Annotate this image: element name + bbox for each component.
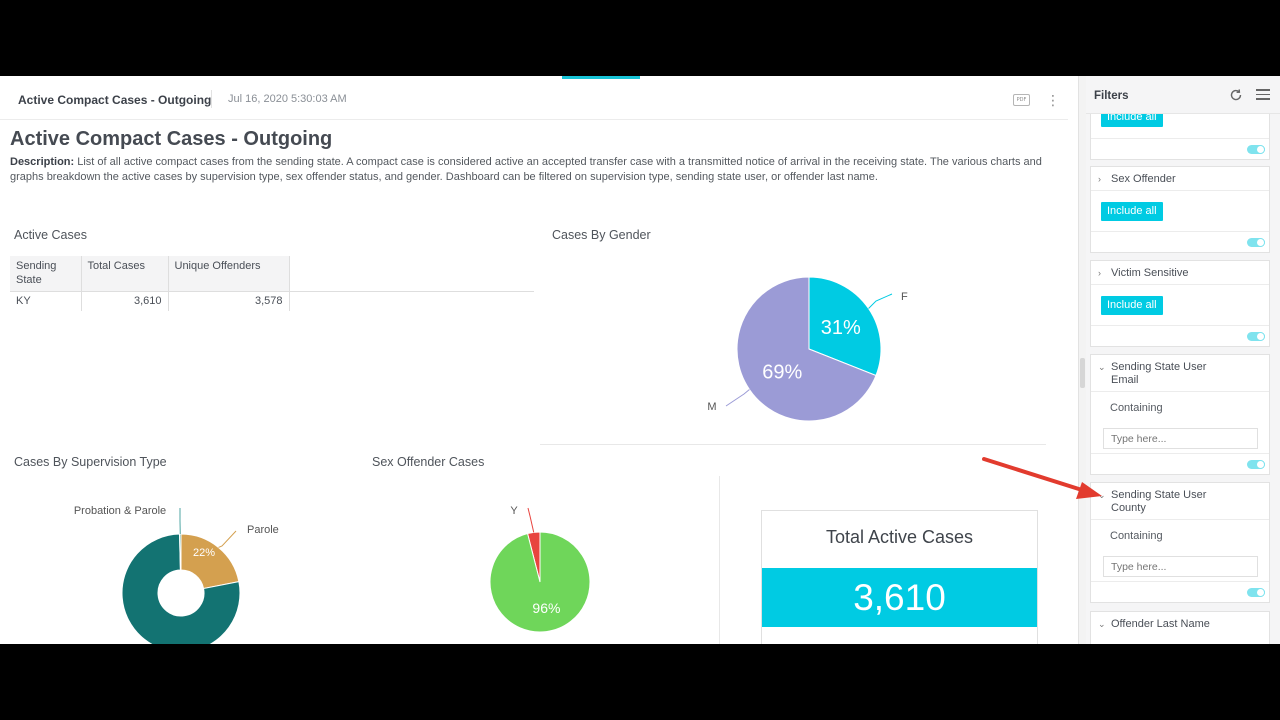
email-filter-input[interactable] <box>1103 428 1258 449</box>
pie-category-label: Parole <box>247 524 279 536</box>
filter-toggle[interactable] <box>1247 460 1265 469</box>
filter-card-footer <box>1091 582 1269 602</box>
letterbox-bottom <box>0 644 1280 720</box>
filter-toggle[interactable] <box>1247 332 1265 341</box>
filter-card-title: Victim Sensitive <box>1111 267 1189 279</box>
kpi-value: 3,610 <box>762 568 1037 627</box>
reset-icon[interactable] <box>1228 87 1244 103</box>
chevron-right-icon[interactable]: › <box>1098 173 1101 186</box>
filter-card-offender-last-name: ⌄ Offender Last Name <box>1090 611 1270 644</box>
table-header-filler <box>289 256 534 292</box>
kpi-title: Total Active Cases <box>825 527 974 547</box>
filter-card-sending-state-user-county: ⌄ Sending State User County Containing <box>1090 482 1270 603</box>
pie-category-label: M <box>707 401 716 413</box>
pie-category-label: Y <box>510 505 518 517</box>
page-description: Description: List of all active compact … <box>10 155 1060 185</box>
filter-card-victim-sensitive: › Victim Sensitive Include all <box>1090 260 1270 347</box>
filter-card-title: Offender Last Name <box>1111 618 1210 630</box>
filters-title: Filters <box>1094 90 1129 102</box>
filter-card-footer <box>1091 454 1269 474</box>
filter-card-title: Sending State User Email <box>1111 361 1207 386</box>
include-all-button[interactable]: Include all <box>1101 296 1163 315</box>
description-label: Description: <box>10 156 75 168</box>
header-timestamp: Jul 16, 2020 5:30:03 AM <box>228 93 347 105</box>
filters-panel: Include all › Sex Offender Include all ›… <box>1086 76 1280 644</box>
cell-total-cases: 3,610 <box>81 291 169 311</box>
section-divider <box>540 444 1046 445</box>
cell-unique-offenders: 3,578 <box>168 291 290 311</box>
active-cases-label: Active Cases <box>14 228 87 242</box>
pie-leader-line <box>218 530 237 548</box>
filters-header: Filters <box>1086 76 1280 114</box>
filter-toggle[interactable] <box>1247 145 1265 154</box>
chevron-right-icon[interactable]: › <box>1098 267 1101 280</box>
section-divider-vertical <box>719 476 720 644</box>
column-header-sending-state[interactable]: Sending State <box>10 256 82 292</box>
filter-card-footer <box>1091 139 1269 159</box>
column-header-total-cases[interactable]: Total Cases <box>81 256 169 292</box>
pie-percent-label: 96% <box>532 600 560 616</box>
filter-card-header[interactable]: ⌄ Offender Last Name <box>1091 612 1269 636</box>
filter-card-footer <box>1091 326 1269 346</box>
filter-card-body: Containing <box>1091 520 1269 582</box>
menu-icon[interactable] <box>1256 89 1270 101</box>
more-options-icon[interactable]: ⋮ <box>1046 92 1060 108</box>
filter-toggle[interactable] <box>1247 238 1265 247</box>
sex-offender-pie-chart: 96% Y <box>489 505 591 633</box>
annotation-arrow-icon <box>982 457 1102 499</box>
filter-card-header[interactable]: ⌄ Sending State User Email <box>1091 355 1269 392</box>
pie-percent-label: 22% <box>193 547 215 559</box>
pie-leader-line <box>527 507 535 533</box>
pie-leader-line <box>868 293 893 309</box>
containing-label: Containing <box>1110 402 1163 414</box>
filter-card-sending-state-user-email: ⌄ Sending State User Email Containing <box>1090 354 1270 475</box>
description-text: List of all active compact cases from th… <box>10 156 1042 183</box>
containing-label: Containing <box>1110 530 1163 542</box>
pie-category-label: F <box>901 291 908 303</box>
filter-card-header[interactable]: ⌄ Sending State User County <box>1091 483 1269 520</box>
header-separator <box>211 90 212 108</box>
filter-card-header[interactable]: › Victim Sensitive <box>1091 261 1269 285</box>
pie-category-label: Probation & Parole <box>74 505 166 517</box>
page-title: Active Compact Cases - Outgoing <box>10 128 333 150</box>
sex-offender-chart-title: Sex Offender Cases <box>372 455 485 469</box>
chevron-down-icon[interactable]: ⌄ <box>1098 361 1106 374</box>
pie-percent-label: 31% <box>821 317 861 339</box>
filter-card-title: Sending State User County <box>1111 489 1207 514</box>
pie-slice-n <box>489 531 591 633</box>
column-header-unique-offenders[interactable]: Unique Offenders <box>168 256 290 292</box>
filter-card-sex-offender: › Sex Offender Include all <box>1090 166 1270 253</box>
dashboard-header: Active Compact Cases - Outgoing Jul 16, … <box>0 76 1068 120</box>
filter-card-body: Include all <box>1091 285 1269 326</box>
county-filter-input[interactable] <box>1103 556 1258 577</box>
filter-card-body: Include all <box>1091 191 1269 232</box>
table-row[interactable]: KY 3,610 3,578 <box>10 291 534 311</box>
splitter-grip-handle[interactable] <box>1080 358 1085 388</box>
filter-card-footer <box>1091 232 1269 252</box>
filter-card-body: Containing <box>1091 392 1269 454</box>
pie-leader-line <box>725 389 750 407</box>
filter-card-header[interactable]: › Sex Offender <box>1091 167 1269 191</box>
filter-card-title: Sex Offender <box>1111 173 1176 185</box>
table-row-filler <box>289 291 534 311</box>
total-active-cases-card: Total Active Cases 3,610 <box>761 510 1038 644</box>
cell-sending-state: KY <box>10 291 82 311</box>
gender-chart-title: Cases By Gender <box>552 228 651 242</box>
filter-toggle[interactable] <box>1247 588 1265 597</box>
include-all-button[interactable]: Include all <box>1101 202 1163 221</box>
chevron-down-icon[interactable]: ⌄ <box>1098 618 1106 631</box>
dashboard-window: Active Compact Cases - Outgoing Jul 16, … <box>0 76 1280 644</box>
letterbox-top <box>0 0 1280 76</box>
pdf-export-icon[interactable]: PDF <box>1013 94 1030 106</box>
filter-card-partial: Include all <box>1090 108 1270 160</box>
pie-percent-label: 69% <box>762 362 802 384</box>
active-cases-table: Sending State Total Cases Unique Offende… <box>10 256 534 311</box>
supervision-chart-title: Cases By Supervision Type <box>14 455 167 469</box>
pie-slice-parole <box>180 533 240 590</box>
header-title: Active Compact Cases - Outgoing <box>18 93 212 107</box>
